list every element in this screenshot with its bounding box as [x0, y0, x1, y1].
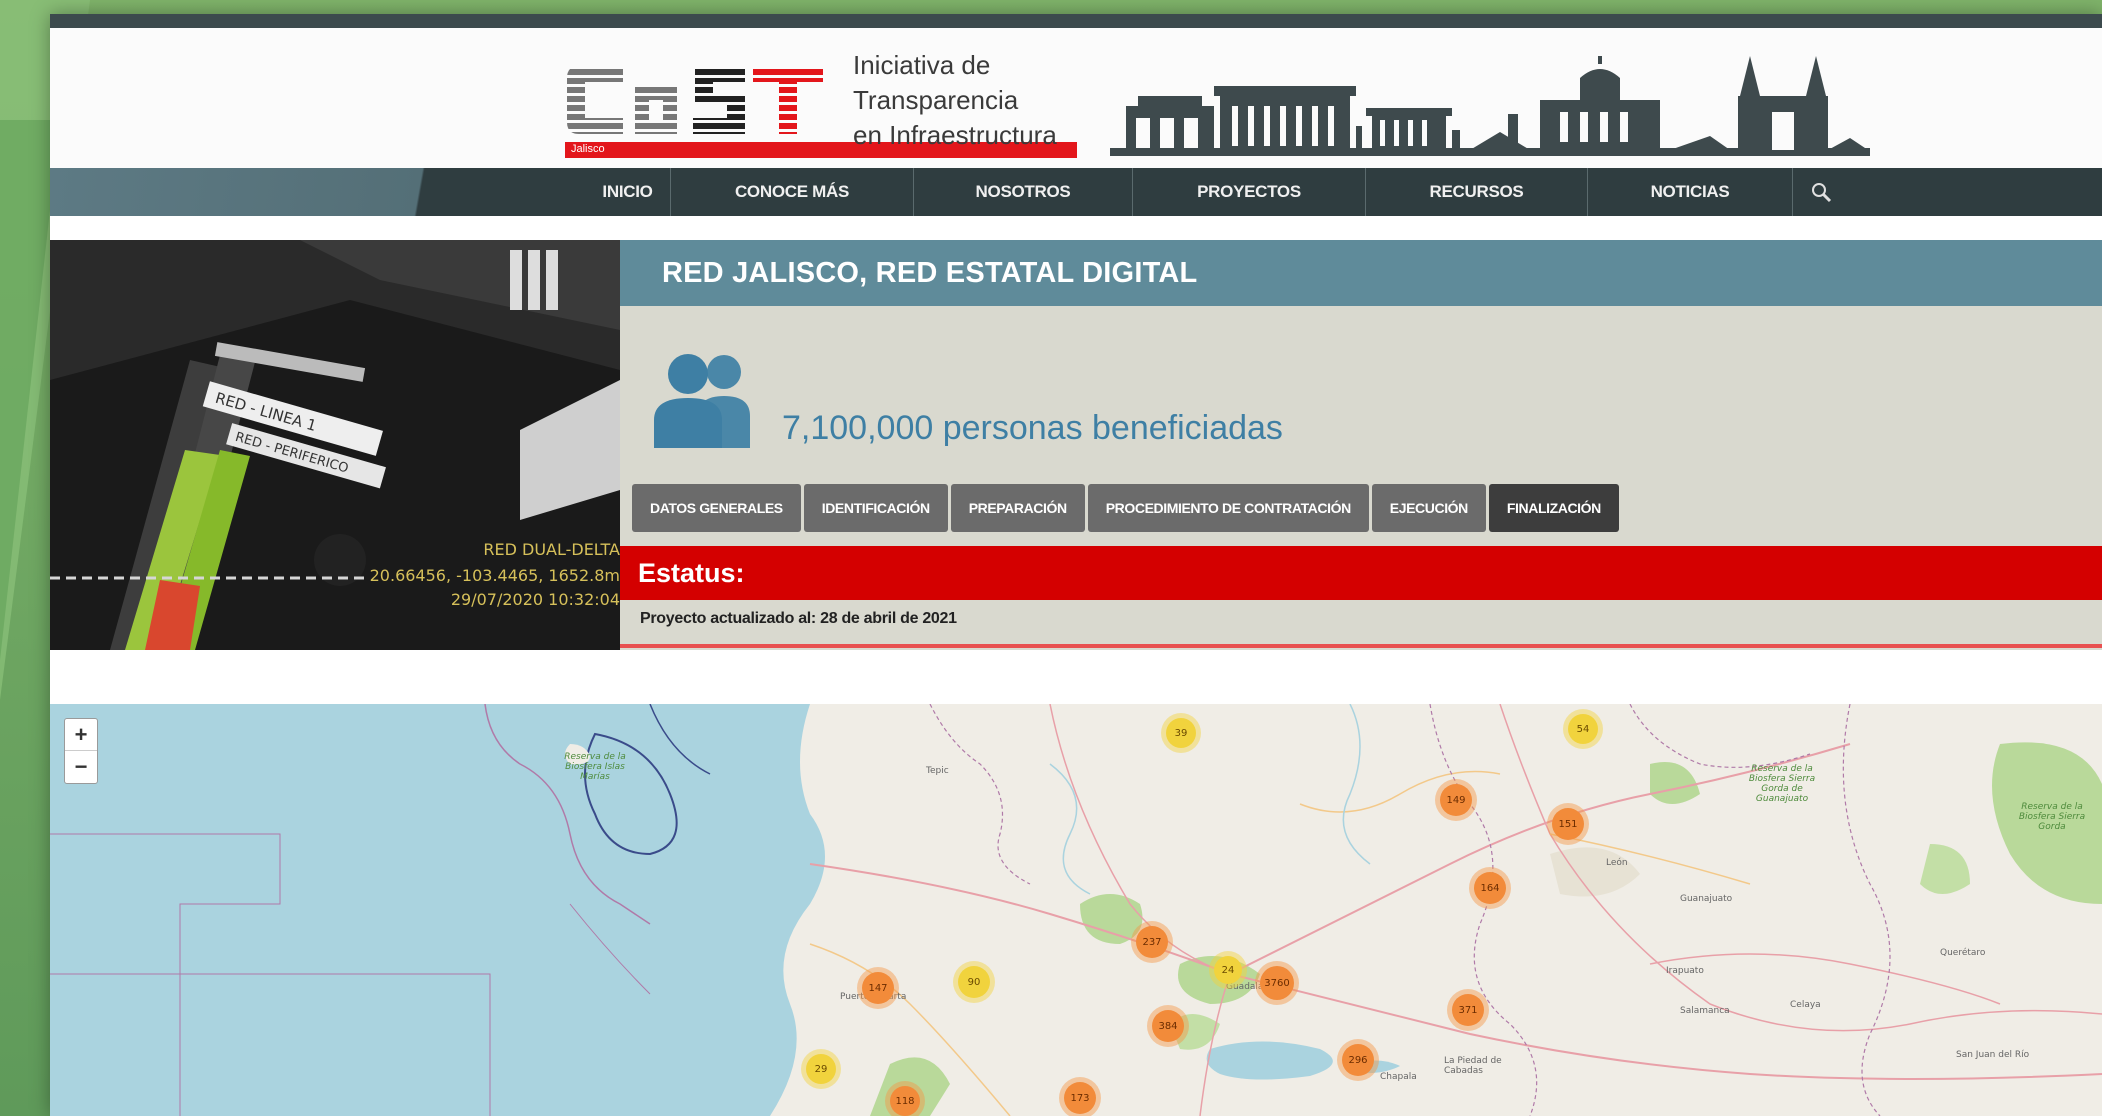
tab-identificacion[interactable]: IDENTIFICACIÓN — [803, 484, 948, 532]
photo-caption-2: 20.66456, -103.4465, 1652.8m — [369, 566, 620, 585]
top-bar — [50, 14, 2102, 28]
map-cluster-marker[interactable]: 118 — [890, 1086, 920, 1116]
logo-line: Iniciativa de — [853, 50, 991, 80]
nav-inicio[interactable]: INICIO — [585, 168, 671, 216]
project-section: RED - LINEA 1 RED - PERIFERICO RED DUAL-… — [50, 240, 2102, 650]
map-label-irapuato: Irapuato — [1666, 966, 1704, 976]
guadalajara-skyline-illustration — [1110, 56, 1870, 156]
map-label-queretaro: Querétaro — [1940, 948, 1986, 958]
beneficiaries-summary: 7,100,000 personas beneficiadas — [650, 350, 1283, 450]
projects-map[interactable]: + − Reserva de la Biosfera Islas Marías … — [50, 704, 2102, 1116]
map-cluster-marker[interactable]: 164 — [1474, 872, 1506, 904]
search-icon[interactable] — [1793, 168, 1848, 216]
nav-proyectos[interactable]: PROYECTOS — [1133, 168, 1366, 216]
map-label-guanajuato: Guanajuato — [1680, 894, 1733, 904]
logo-line: en Infraestructura — [853, 120, 1057, 150]
zoom-out-button[interactable]: − — [65, 751, 97, 783]
nav-accent — [50, 168, 480, 216]
nav-noticias[interactable]: NOTICIAS — [1588, 168, 1793, 216]
cost-logo-mark — [565, 60, 825, 140]
tab-ejecucion[interactable]: EJECUCIÓN — [1371, 484, 1486, 532]
map-cluster-marker[interactable]: 90 — [958, 966, 990, 998]
map-cluster-marker[interactable]: 54 — [1568, 714, 1598, 744]
map-label-tepic: Tepic — [926, 766, 949, 776]
tab-procedimiento-de-contratacion[interactable]: PROCEDIMIENTO DE CONTRATACIÓN — [1087, 484, 1369, 532]
map-cluster-marker[interactable]: 371 — [1452, 994, 1484, 1026]
map-label-leon: León — [1606, 858, 1628, 868]
map-cluster-marker[interactable]: 29 — [806, 1054, 836, 1084]
project-panel: RED JALISCO, RED ESTATAL DIGITAL 7,100,0… — [620, 240, 2102, 650]
project-photo: RED - LINEA 1 RED - PERIFERICO RED DUAL-… — [50, 240, 620, 650]
jalisco-badge-label: Jalisco — [571, 143, 605, 155]
map-cluster-marker[interactable]: 149 — [1440, 784, 1472, 816]
status-bar: Estatus: — [620, 546, 2102, 600]
map-cluster-marker[interactable]: 24 — [1214, 956, 1242, 984]
map-cluster-marker[interactable]: 237 — [1136, 926, 1168, 958]
map-label-san-juan-del-rio: San Juan del Río — [1956, 1050, 2030, 1060]
map-cluster-marker[interactable]: 151 — [1552, 808, 1584, 840]
photo-caption-1: RED DUAL-DELTA — [483, 540, 620, 559]
map-label-chapala: Chapala — [1380, 1072, 1417, 1082]
divider — [620, 644, 2102, 648]
logo-tagline: Iniciativa de Transparencia en Infraestr… — [853, 48, 1057, 153]
map-cluster-marker[interactable]: 173 — [1064, 1082, 1096, 1114]
map-cluster-marker[interactable]: 384 — [1152, 1010, 1184, 1042]
cost-logo[interactable]: Jalisco Iniciativa de Transparencia en I… — [565, 42, 1125, 160]
tab-finalizacion[interactable]: FINALIZACIÓN — [1488, 484, 1619, 532]
nav-nosotros[interactable]: NOSOTROS — [914, 168, 1133, 216]
nav-recursos[interactable]: RECURSOS — [1366, 168, 1588, 216]
main-navigation: INICIO CONOCE MÁS NOSOTROS PROYECTOS REC… — [50, 168, 2102, 216]
last-updated-text: Proyecto actualizado al: 28 de abril de … — [640, 610, 957, 627]
photo-caption-3: 29/07/2020 10:32:04 — [450, 590, 620, 609]
map-cluster-marker[interactable]: 3760 — [1260, 966, 1294, 1000]
browser-page: Jalisco Iniciativa de Transparencia en I… — [50, 14, 2102, 1116]
project-phase-tabs: DATOS GENERALES IDENTIFICACIÓN PREPARACI… — [632, 484, 1622, 532]
people-icon — [654, 354, 750, 448]
map-cluster-marker[interactable]: 296 — [1342, 1044, 1374, 1076]
project-title: RED JALISCO, RED ESTATAL DIGITAL — [620, 240, 2102, 306]
map-label-la-piedad: La Piedad de Cabadas — [1444, 1056, 1502, 1076]
logo-line: Transparencia — [853, 85, 1019, 115]
map-label-salamanca: Salamanca — [1680, 1006, 1730, 1016]
beneficiaries-count: 7,100,000 personas beneficiadas — [782, 409, 1283, 447]
map-label-sierra-gorda-guanajuato: Reserva de la Biosfera Sierra Gorda de G… — [1748, 764, 1816, 804]
map-label-sierra-gorda: Reserva de la Biosfera Sierra Gorda — [2018, 802, 2086, 832]
map-zoom-control: + − — [64, 718, 98, 784]
nav-conoce-mas[interactable]: CONOCE MÁS — [671, 168, 914, 216]
zoom-in-button[interactable]: + — [65, 719, 97, 751]
tab-datos-generales[interactable]: DATOS GENERALES — [632, 484, 801, 532]
map-label-celaya: Celaya — [1790, 1000, 1821, 1010]
tab-preparacion[interactable]: PREPARACIÓN — [950, 484, 1085, 532]
map-cluster-marker[interactable]: 39 — [1166, 718, 1196, 748]
map-label-islas-marias: Reserva de la Biosfera Islas Marías — [564, 752, 626, 782]
site-header: Jalisco Iniciativa de Transparencia en I… — [50, 28, 2102, 216]
map-cluster-marker[interactable]: 147 — [862, 972, 894, 1004]
